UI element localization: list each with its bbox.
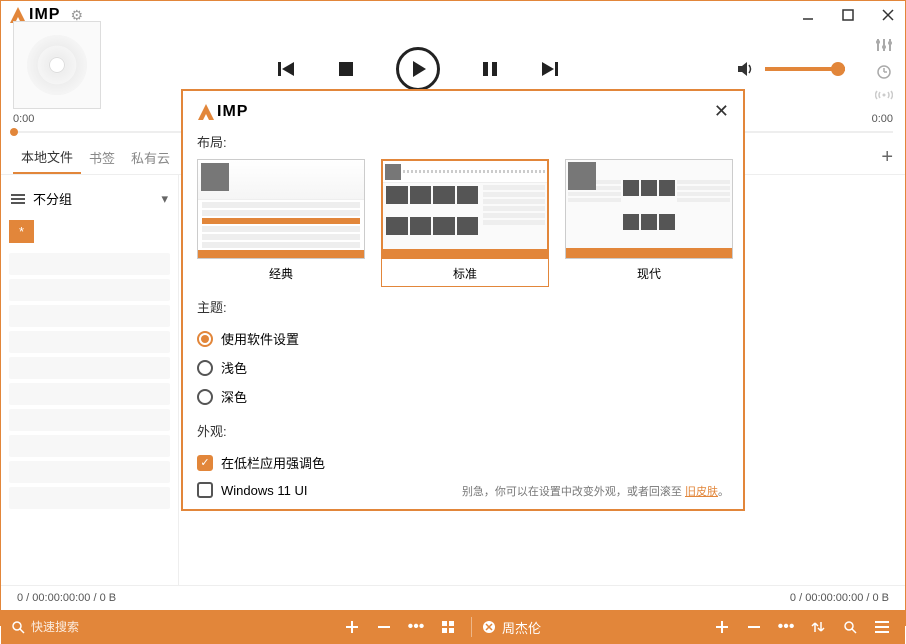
theme-label-light: 浅色: [221, 358, 247, 377]
stats-left: 0 / 00:00:00:00 / 0 B: [17, 592, 116, 604]
theme-option-dark[interactable]: 深色: [197, 382, 729, 411]
theme-option-software[interactable]: 使用软件设置: [197, 324, 729, 353]
theme-label-software: 使用软件设置: [221, 329, 299, 348]
list-icon: [11, 193, 25, 205]
status-bar: 0 / 00:00:00:00 / 0 B 0 / 00:00:00:00 / …: [1, 585, 905, 610]
artist-chip[interactable]: 周杰伦: [482, 618, 541, 637]
layout-classic[interactable]: 经典: [197, 159, 365, 287]
tab-private-cloud[interactable]: 私有云: [123, 142, 178, 173]
list-item[interactable]: [9, 279, 170, 301]
checkbox-icon: ✓: [197, 455, 213, 471]
dialog-footer-period: 。: [718, 486, 729, 498]
layout-standard-label: 标准: [381, 259, 549, 287]
list-item[interactable]: [9, 409, 170, 431]
timer-icon[interactable]: [876, 63, 892, 79]
dialog-logo: IMP: [197, 103, 248, 121]
layout-modern[interactable]: 现代: [565, 159, 733, 287]
layout-preview-classic: [197, 159, 365, 259]
list-item[interactable]: [9, 357, 170, 379]
old-skin-link[interactable]: 旧皮肤: [685, 486, 718, 498]
dialog-footer: 别急，你可以在设置中改变外观，或者回滚至 旧皮肤。: [462, 483, 729, 499]
clear-artist-icon[interactable]: [482, 620, 496, 634]
dialog-header: IMP ✕: [197, 101, 729, 122]
list-item[interactable]: [9, 305, 170, 327]
tab-local-files[interactable]: 本地文件: [13, 141, 81, 174]
more-button-2[interactable]: •••: [773, 614, 799, 640]
time-current: 0:00: [13, 113, 34, 125]
appearance-accent-option[interactable]: ✓ 在低栏应用强调色: [197, 448, 729, 477]
sidebar-list: [9, 253, 170, 509]
list-item[interactable]: [9, 383, 170, 405]
chevron-down-icon: ▾: [161, 191, 168, 207]
tab-bookmarks[interactable]: 书签: [81, 142, 123, 173]
checkbox-icon: [197, 482, 213, 498]
window-controls: [799, 6, 897, 24]
play-button[interactable]: [396, 47, 440, 91]
stop-button[interactable]: [336, 59, 356, 79]
add-tab-button[interactable]: +: [881, 146, 893, 169]
group-selector[interactable]: 不分组 ▾: [9, 183, 170, 214]
appearance-accent-label: 在低栏应用强调色: [221, 453, 325, 472]
pause-button[interactable]: [480, 59, 500, 79]
minimize-button[interactable]: [799, 6, 817, 24]
theme-label-dark: 深色: [221, 387, 247, 406]
remove-button[interactable]: [371, 614, 397, 640]
transport-controls: [101, 47, 735, 91]
logo-icon: [197, 103, 215, 121]
theme-section-label: 主题:: [197, 297, 729, 316]
volume-control: [735, 37, 893, 101]
add-button[interactable]: [339, 614, 365, 640]
search-icon: [11, 620, 25, 634]
artist-name: 周杰伦: [502, 618, 541, 637]
titlebar: IMP ⚙: [1, 1, 905, 29]
volume-slider[interactable]: [765, 67, 845, 71]
remove-button-2[interactable]: [741, 614, 767, 640]
grid-view-button[interactable]: [435, 614, 461, 640]
maximize-button[interactable]: [839, 6, 857, 24]
list-item[interactable]: [9, 461, 170, 483]
layout-preview-standard: [381, 159, 549, 259]
layout-classic-label: 经典: [197, 259, 365, 286]
dialog-logo-text: IMP: [217, 103, 248, 121]
theme-option-light[interactable]: 浅色: [197, 353, 729, 382]
next-button[interactable]: [540, 59, 560, 79]
album-art[interactable]: [13, 21, 101, 109]
dialog-footer-text: 别急，你可以在设置中改变外观，或者回滚至: [462, 486, 682, 498]
dialog-close-button[interactable]: ✕: [714, 101, 729, 122]
appearance-dialog: IMP ✕ 布局: 经典 标准: [181, 89, 745, 511]
list-item[interactable]: [9, 331, 170, 353]
appearance-section-label: 外观:: [197, 421, 729, 440]
broadcast-icon[interactable]: [875, 89, 893, 101]
close-button[interactable]: [879, 6, 897, 24]
list-item[interactable]: [9, 487, 170, 509]
search-box: [11, 620, 171, 634]
layout-preview-modern: [565, 159, 733, 259]
layout-options: 经典 标准 现代: [197, 159, 729, 287]
favorites-button[interactable]: *: [9, 220, 34, 243]
radio-icon: [197, 389, 213, 405]
search-button-2[interactable]: [837, 614, 863, 640]
radio-icon: [197, 360, 213, 376]
layout-modern-label: 现代: [565, 259, 733, 286]
menu-button[interactable]: [869, 614, 895, 640]
sort-button[interactable]: [805, 614, 831, 640]
list-item[interactable]: [9, 435, 170, 457]
volume-icon[interactable]: [735, 59, 755, 79]
equalizer-icon[interactable]: [875, 37, 893, 53]
radio-icon: [197, 331, 213, 347]
bottom-toolbar: ••• 周杰伦 •••: [1, 610, 905, 644]
previous-button[interactable]: [276, 59, 296, 79]
more-button[interactable]: •••: [403, 614, 429, 640]
layout-standard[interactable]: 标准: [381, 159, 549, 287]
left-sidebar: 不分组 ▾ *: [1, 175, 179, 585]
add-button-2[interactable]: [709, 614, 735, 640]
disc-icon: [27, 35, 87, 95]
search-input[interactable]: [31, 620, 151, 634]
list-item[interactable]: [9, 253, 170, 275]
appearance-win11-label: Windows 11 UI: [221, 483, 307, 498]
group-label: 不分组: [33, 189, 72, 208]
stats-right: 0 / 00:00:00:00 / 0 B: [790, 592, 889, 604]
time-total: 0:00: [872, 113, 893, 125]
layout-section-label: 布局:: [197, 132, 729, 151]
